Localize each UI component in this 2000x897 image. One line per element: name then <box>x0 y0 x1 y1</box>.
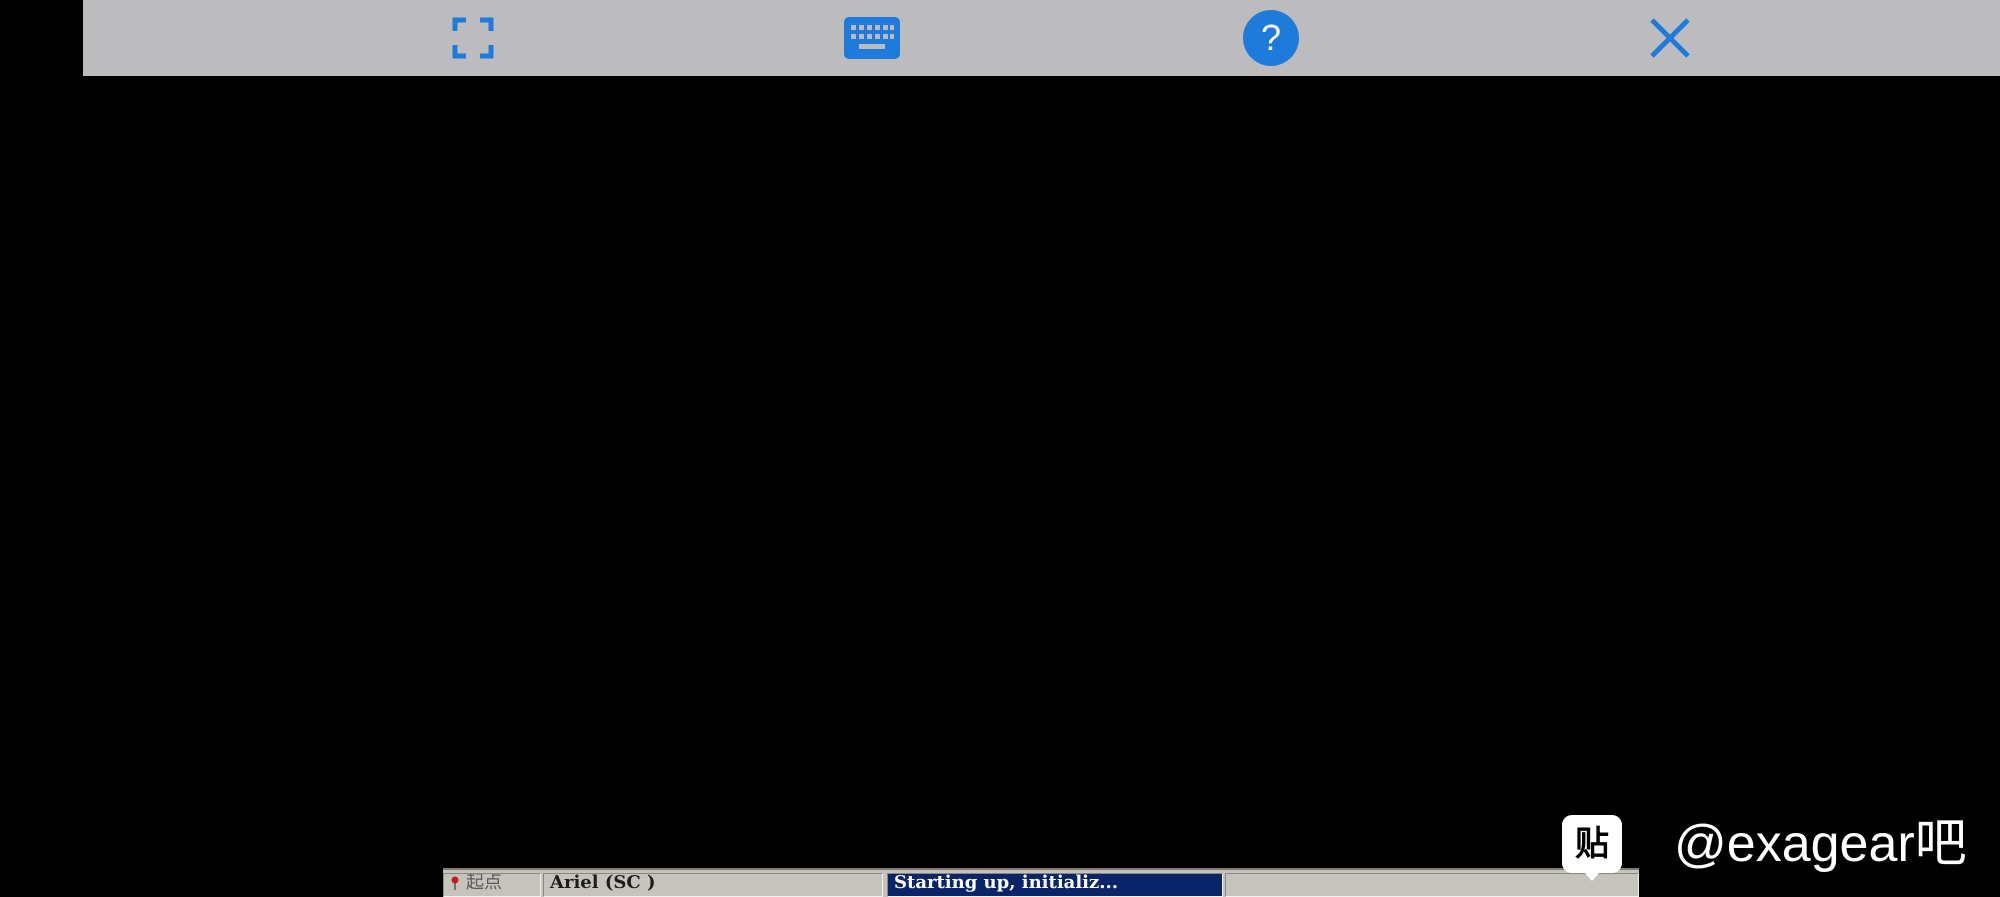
status-start-label: 起点 <box>466 873 502 893</box>
top-toolbar: ? <box>83 0 2000 76</box>
pin-icon <box>451 876 459 890</box>
keyboard-button[interactable] <box>842 8 902 68</box>
status-message: Starting up, initializ... <box>887 873 1223 897</box>
help-icon: ? <box>1243 10 1299 66</box>
tieba-logo-icon: 贴 <box>1562 815 1622 881</box>
help-button[interactable]: ? <box>1241 8 1301 68</box>
status-empty-cell <box>1225 873 1639 897</box>
close-icon <box>1650 18 1690 58</box>
close-button[interactable] <box>1640 8 1700 68</box>
status-start-cell[interactable]: 起点 <box>443 873 541 897</box>
remote-status-bar: 起点 Ariel (SC ) Starting up, initializ... <box>443 868 1639 897</box>
remote-desktop-screen[interactable]: ? 起点 Ariel (SC ) Starting up, initializ.… <box>0 0 2000 897</box>
svg-text:?: ? <box>1261 17 1281 58</box>
fullscreen-icon <box>452 17 494 59</box>
status-font-cell: Ariel (SC ) <box>543 873 883 897</box>
tieba-logo-glyph: 贴 <box>1575 824 1609 864</box>
watermark-text: @exagear吧 <box>1674 815 1967 873</box>
fullscreen-button[interactable] <box>443 8 503 68</box>
keyboard-icon <box>844 17 900 59</box>
watermark: 贴 @exagear吧 <box>1562 813 1967 881</box>
